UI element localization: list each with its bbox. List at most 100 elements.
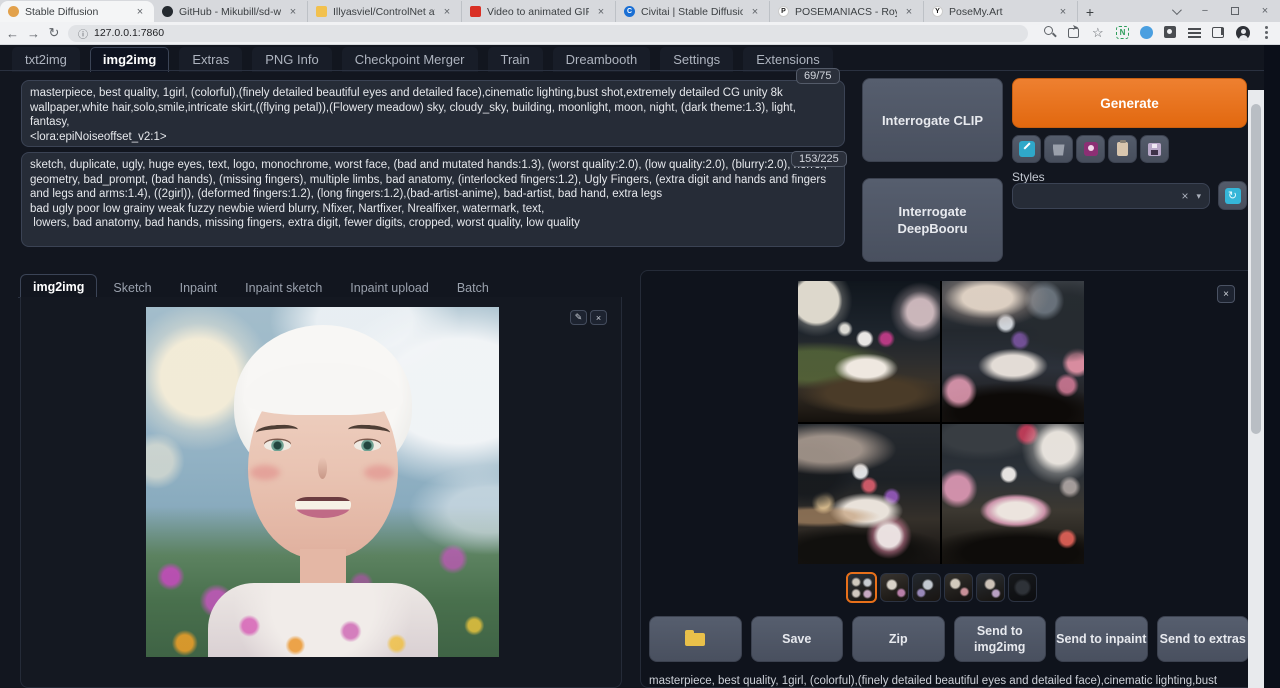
reload-button[interactable]: ↻ (48, 25, 60, 41)
gallery-buttons: Save Zip Send to img2img Send to inpaint… (649, 616, 1249, 662)
extension-n-icon[interactable]: N (1116, 26, 1130, 40)
sd-webui: txt2img img2img Extras PNG Info Checkpoi… (0, 45, 1264, 688)
prompt-tool-row (1012, 135, 1169, 163)
extension-blue-icon[interactable] (1140, 26, 1154, 40)
portrait-nose (318, 457, 327, 479)
negative-prompt-textarea[interactable]: sketch, duplicate, ugly, huge eyes, text… (21, 152, 845, 247)
browser-tab-posemaniacs[interactable]: P POSEMANIACS - Royalty free 3 × (770, 1, 924, 22)
edit-image-icon[interactable]: ✎ (570, 310, 587, 325)
tab-close-icon[interactable]: × (749, 6, 761, 18)
send-to-extras-button[interactable]: Send to extras (1157, 616, 1250, 662)
portrait-neck (300, 549, 346, 583)
styles-dropdown[interactable]: × ▾ (1012, 183, 1210, 209)
paste-params-button[interactable] (1012, 135, 1041, 163)
paste-params-icon (1019, 141, 1035, 157)
page-scrollbar[interactable] (1248, 90, 1264, 688)
browser-tab-posemyart[interactable]: Y PoseMy.Art × (924, 1, 1078, 22)
browser-tab-gif-converter[interactable]: Video to animated GIF converter × (462, 1, 616, 22)
tab-png-info[interactable]: PNG Info (252, 47, 331, 72)
styles-label: Styles (1012, 170, 1045, 184)
gallery-thumb[interactable] (912, 573, 941, 602)
share-icon[interactable] (1068, 26, 1082, 40)
gif-converter-favicon (470, 6, 481, 17)
extra-networks-icon (1084, 142, 1098, 156)
gallery-close-icon[interactable]: × (1217, 285, 1235, 303)
tab-close-icon[interactable]: × (134, 6, 146, 18)
source-image[interactable] (146, 307, 499, 657)
open-folder-button[interactable] (649, 616, 742, 662)
site-info-icon[interactable]: ⓘ (78, 26, 88, 41)
controlnet-favicon (316, 6, 327, 17)
styles-clear-icon[interactable]: × (1181, 189, 1188, 203)
save-button[interactable]: Save (751, 616, 844, 662)
generation-info-text: masterpiece, best quality, 1girl, (color… (649, 674, 1249, 688)
prompt-textarea[interactable]: masterpiece, best quality, 1girl, (color… (21, 80, 845, 147)
browser-toolbar: ← → ↻ ⓘ 127.0.0.1:7860 ☆ N (0, 22, 1280, 45)
bookmark-star-icon[interactable]: ☆ (1092, 26, 1106, 40)
result-image-2[interactable] (942, 281, 1084, 422)
send-to-img2img-button[interactable]: Send to img2img (954, 616, 1047, 662)
new-tab-button[interactable]: + (1078, 1, 1102, 22)
tab-dreambooth[interactable]: Dreambooth (553, 47, 651, 72)
portrait-blush (364, 465, 394, 480)
tab-close-icon[interactable]: × (1057, 6, 1069, 18)
tab-close-icon[interactable]: × (595, 6, 607, 18)
portrait-eye (264, 440, 291, 451)
refresh-styles-button[interactable]: ↻ (1218, 181, 1247, 210)
save-style-button[interactable] (1140, 135, 1169, 163)
tab-checkpoint-merger[interactable]: Checkpoint Merger (342, 47, 478, 72)
extensions-puzzle-icon[interactable] (1164, 26, 1178, 40)
url-bar[interactable]: ⓘ 127.0.0.1:7860 (68, 25, 1028, 42)
reading-list-icon[interactable] (1188, 26, 1202, 40)
back-button[interactable]: ← (6, 26, 19, 41)
browser-tab-controlnet[interactable]: Illyasviel/ControlNet at main × (308, 1, 462, 22)
result-image-3[interactable] (798, 424, 940, 565)
extra-networks-button[interactable] (1076, 135, 1105, 163)
minimize-button[interactable]: − (1190, 0, 1220, 22)
gallery-thumb[interactable] (944, 573, 973, 602)
negative-token-counter: 153/225 (791, 151, 847, 167)
tab-settings[interactable]: Settings (660, 47, 733, 72)
send-to-inpaint-button[interactable]: Send to inpaint (1055, 616, 1148, 662)
side-panel-icon[interactable] (1212, 26, 1226, 40)
floppy-save-icon (1148, 143, 1161, 156)
browser-menu-icon[interactable] (1260, 26, 1274, 40)
interrogate-clip-button[interactable]: Interrogate CLIP (862, 78, 1003, 162)
trash-icon (1053, 143, 1065, 156)
maximize-button[interactable] (1220, 0, 1250, 22)
tab-img2img[interactable]: img2img (90, 47, 169, 72)
gallery-thumb[interactable] (976, 573, 1005, 602)
gallery-thumb[interactable] (1008, 573, 1037, 602)
chevron-down-icon[interactable]: ▾ (1196, 191, 1201, 202)
tab-close-icon[interactable]: × (903, 6, 915, 18)
generate-button[interactable]: Generate (1012, 78, 1247, 128)
result-image-4[interactable] (942, 424, 1084, 565)
tab-search-icon[interactable] (1160, 0, 1190, 22)
tab-extras[interactable]: Extras (179, 47, 242, 72)
portrait-blush (250, 465, 280, 480)
apply-style-button[interactable] (1108, 135, 1137, 163)
browser-tab-stable-diffusion[interactable]: Stable Diffusion × (0, 1, 154, 22)
source-image-panel: ✎ × Copy image to: img2img sketch inpain… (20, 297, 622, 688)
tab-close-icon[interactable]: × (287, 6, 299, 18)
tab-txt2img[interactable]: txt2img (12, 47, 80, 72)
tab-train[interactable]: Train (488, 47, 543, 72)
result-image-grid[interactable] (798, 281, 1084, 564)
profile-avatar[interactable] (1236, 26, 1250, 40)
remove-image-icon[interactable]: × (590, 310, 607, 325)
clear-prompt-button[interactable] (1044, 135, 1073, 163)
tab-close-icon[interactable]: × (441, 6, 453, 18)
interrogate-deepbooru-button[interactable]: Interrogate DeepBooru (862, 178, 1003, 262)
close-window-button[interactable]: × (1250, 0, 1280, 22)
posemyart-favicon: Y (932, 6, 943, 17)
zoom-icon[interactable] (1044, 26, 1058, 40)
zip-button[interactable]: Zip (852, 616, 945, 662)
scrollbar-thumb[interactable] (1251, 104, 1261, 434)
browser-tab-civitai[interactable]: C Civitai | Stable Diffusion models × (616, 1, 770, 22)
gallery-thumb-selected[interactable] (846, 572, 877, 603)
forward-button[interactable]: → (27, 26, 40, 41)
gallery-thumb[interactable] (880, 573, 909, 602)
screen: Stable Diffusion × GitHub - Mikubill/sd-… (0, 0, 1280, 688)
result-image-1[interactable] (798, 281, 940, 422)
browser-tab-github[interactable]: GitHub - Mikubill/sd-webui-con × (154, 1, 308, 22)
